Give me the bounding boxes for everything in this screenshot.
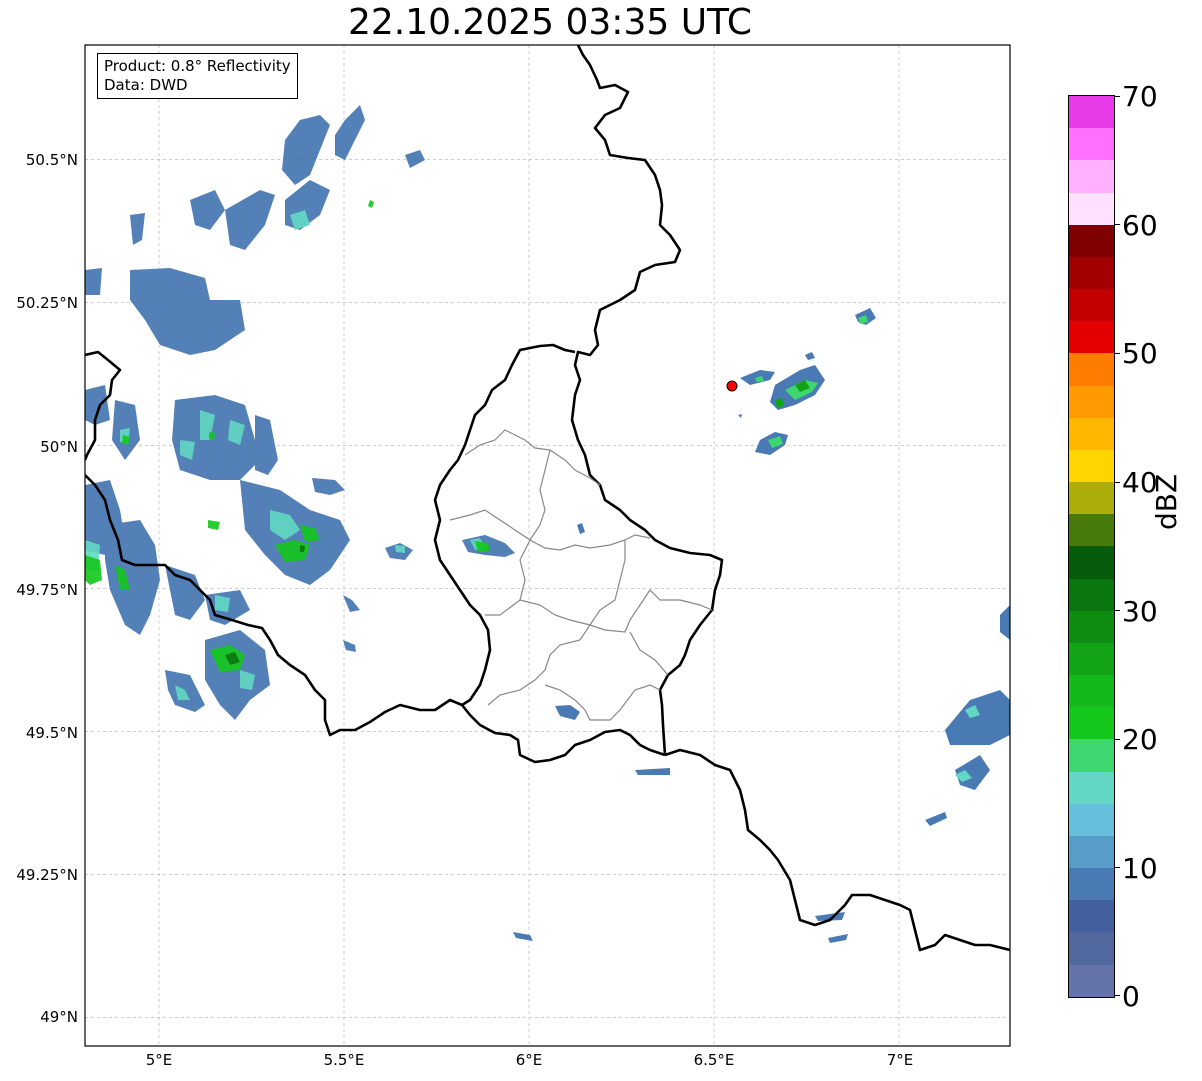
- colorbar: [1068, 95, 1115, 998]
- lat-label-49-5: 49.5°N: [25, 724, 78, 742]
- radar-site-marker: [726, 380, 738, 392]
- colorbar-segment: [1069, 224, 1114, 257]
- colorbar-tickmark: [1114, 224, 1120, 225]
- colorbar-segment: [1069, 289, 1114, 322]
- colorbar-tickmark: [1114, 353, 1120, 354]
- colorbar-tick-30: 30: [1122, 595, 1158, 628]
- lon-label-6: 6°E: [515, 1051, 543, 1069]
- colorbar-segment: [1069, 835, 1114, 869]
- colorbar-segment: [1069, 771, 1114, 804]
- colorbar-segment: [1069, 675, 1114, 708]
- lat-label-50: 50°N: [40, 438, 78, 456]
- colorbar-segment: [1069, 610, 1114, 643]
- colorbar-label: dBZ: [1150, 473, 1183, 530]
- colorbar-segment: [1069, 514, 1114, 547]
- colorbar-segment: [1069, 739, 1114, 772]
- colorbar-segment: [1069, 321, 1114, 354]
- colorbar-tick-50: 50: [1122, 337, 1158, 370]
- colorbar-segment: [1069, 96, 1114, 129]
- data-source-text: Data: DWD: [104, 76, 188, 94]
- colorbar-segment: [1069, 900, 1114, 933]
- lat-label-50-25: 50.25°N: [16, 294, 78, 312]
- colorbar-tick-60: 60: [1122, 209, 1158, 242]
- colorbar-segment: [1069, 642, 1114, 676]
- colorbar-tick-70: 70: [1122, 80, 1158, 113]
- colorbar-segment: [1069, 353, 1114, 386]
- colorbar-segment: [1069, 192, 1114, 225]
- colorbar-segment: [1069, 707, 1114, 740]
- colorbar-tickmark: [1114, 96, 1120, 97]
- colorbar-tickmark: [1114, 482, 1120, 483]
- lat-label-49-75: 49.75°N: [16, 581, 78, 599]
- colorbar-segment: [1069, 803, 1114, 836]
- colorbar-segment: [1069, 964, 1114, 997]
- colorbar-segment: [1069, 385, 1114, 418]
- colorbar-segment: [1069, 128, 1114, 161]
- lat-label-49-25: 49.25°N: [16, 866, 78, 884]
- lon-label-6-5: 6.5°E: [693, 1051, 735, 1069]
- colorbar-segment: [1069, 449, 1114, 483]
- colorbar-tick-20: 20: [1122, 723, 1158, 756]
- colorbar-tick-0: 0: [1122, 980, 1140, 1013]
- colorbar-segment: [1069, 868, 1114, 901]
- colorbar-tickmark: [1114, 995, 1120, 996]
- product-text: Product: 0.8° Reflectivity: [104, 57, 291, 75]
- colorbar-segment: [1069, 417, 1114, 450]
- colorbar-segment: [1069, 482, 1114, 515]
- lon-label-5: 5°E: [145, 1051, 173, 1069]
- colorbar-tickmark: [1114, 867, 1120, 868]
- colorbar-segment: [1069, 578, 1114, 611]
- colorbar-segment: [1069, 546, 1114, 579]
- product-info-box: Product: 0.8° Reflectivity Data: DWD: [97, 53, 298, 99]
- colorbar-tickmark: [1114, 610, 1120, 611]
- colorbar-tickmark: [1114, 739, 1120, 740]
- colorbar-tick-10: 10: [1122, 852, 1158, 885]
- radar-map: [84, 44, 1011, 1047]
- lon-label-7: 7°E: [886, 1051, 914, 1069]
- lat-label-50-5: 50.5°N: [25, 151, 78, 169]
- colorbar-segment: [1069, 932, 1114, 965]
- colorbar-segment: [1069, 256, 1114, 290]
- lat-label-49: 49°N: [40, 1008, 78, 1026]
- lon-label-5-5: 5.5°E: [323, 1051, 365, 1069]
- colorbar-segment: [1069, 160, 1114, 193]
